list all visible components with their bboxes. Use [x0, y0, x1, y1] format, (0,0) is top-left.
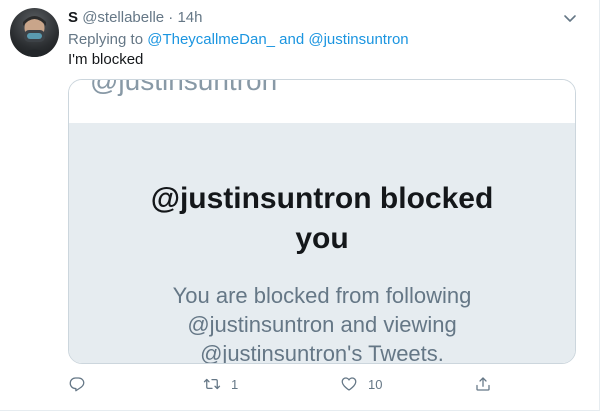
- tweet-media-image[interactable]: @justinsuntron @justinsuntron blocked yo…: [68, 79, 576, 364]
- display-name[interactable]: S: [68, 9, 78, 26]
- retweet-button[interactable]: 1: [203, 372, 238, 396]
- blocked-title: @justinsuntron blocked you: [69, 179, 575, 259]
- replying-prefix: Replying to: [68, 31, 144, 48]
- tweet-timestamp[interactable]: 14h: [177, 9, 202, 26]
- tweet-actions: 1 10: [68, 372, 576, 396]
- reply-user-link-2[interactable]: @justinsuntron: [308, 31, 408, 48]
- retweet-count: 1: [231, 376, 239, 392]
- media-blocked-panel: @justinsuntron blocked you You are block…: [69, 123, 575, 364]
- heart-icon: [341, 377, 357, 391]
- reply-user-link-1[interactable]: @TheycallmeDan_: [147, 31, 275, 48]
- tweet[interactable]: S @stellabelle · 14h Replying to @Theyca…: [0, 0, 600, 411]
- reply-icon: [69, 377, 85, 392]
- tweet-header: S @stellabelle · 14h: [68, 8, 203, 28]
- blocked-sub-line-3: @justinsuntron's Tweets.: [200, 341, 444, 364]
- blocked-sub-line-2: @justinsuntron and viewing: [187, 312, 457, 337]
- replying-to: Replying to @TheycallmeDan_ and @justins…: [68, 30, 409, 50]
- reply-button[interactable]: [68, 372, 86, 396]
- share-button[interactable]: [474, 372, 492, 396]
- tweet-text: I'm blocked: [68, 51, 144, 68]
- like-count: 10: [368, 376, 383, 392]
- reply-and: and: [279, 31, 305, 48]
- media-cutoff-text: @justinsuntron: [90, 79, 278, 96]
- avatar[interactable]: [10, 8, 59, 57]
- retweet-icon: [203, 378, 221, 390]
- blocked-title-line-2: you: [295, 222, 349, 255]
- chevron-down-icon[interactable]: [562, 10, 578, 26]
- separator-dot: ·: [168, 9, 174, 26]
- share-icon: [476, 377, 490, 391]
- user-handle[interactable]: @stellabelle: [82, 9, 164, 26]
- like-button[interactable]: 10: [340, 372, 382, 396]
- media-top-area: @justinsuntron: [69, 80, 575, 123]
- blocked-sub-line-1: You are blocked from following: [172, 283, 472, 308]
- blocked-title-line-1: @justinsuntron blocked: [150, 182, 494, 215]
- blocked-subtitle: You are blocked from following @justinsu…: [69, 281, 575, 364]
